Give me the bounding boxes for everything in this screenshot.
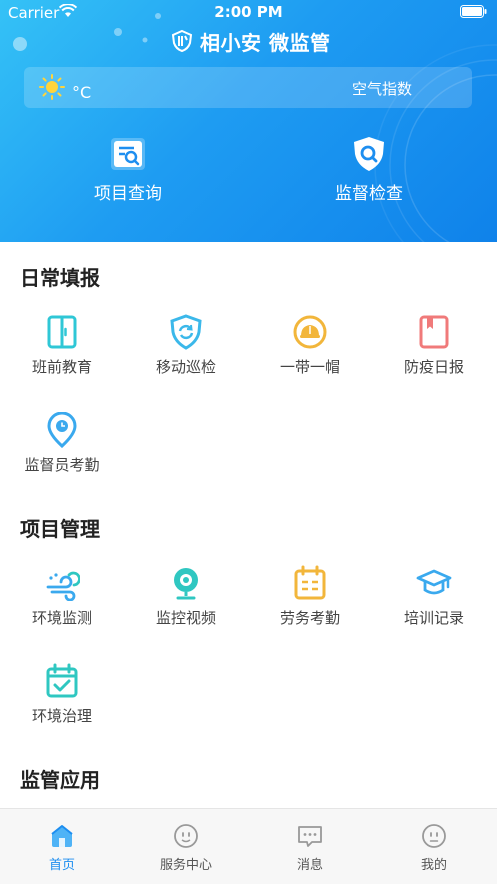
grid-label: 监控视频 (155, 609, 216, 627)
app-logo-icon (171, 29, 193, 53)
wind-icon (46, 571, 80, 601)
notebook-icon (419, 315, 449, 349)
shield-search-icon (354, 137, 384, 171)
graduation-cap-icon (416, 569, 452, 595)
grid-label: 一带一帽 (279, 358, 340, 376)
calendar-list-icon (294, 565, 326, 600)
grid-label: 防疫日报 (403, 358, 464, 376)
battery-icon (460, 5, 487, 18)
tab-label: 我的 (420, 858, 447, 873)
grid-item-surveillance-video[interactable]: 监控视频 (124, 565, 248, 645)
service-face-icon (174, 824, 198, 848)
shield-refresh-icon (170, 314, 202, 350)
tab-profile[interactable]: 我的 (372, 809, 496, 884)
grid-label: 劳务考勤 (279, 609, 340, 627)
grid-label: 班前教育 (31, 358, 92, 376)
tab-home[interactable]: 首页 (0, 809, 124, 884)
tab-label: 首页 (48, 858, 75, 873)
supervision-check-button[interactable]: 监督检查 (284, 135, 454, 210)
grid-item-labor-attendance[interactable]: 劳务考勤 (248, 565, 372, 645)
grid-label: 监督员考勤 (24, 456, 100, 474)
bottom-tab-bar: 首页 服务中心 消息 我的 (0, 808, 497, 884)
location-clock-icon (47, 412, 77, 448)
profile-face-icon (422, 824, 446, 848)
tab-messages[interactable]: 消息 (248, 809, 372, 884)
hero-header: Carrier 2:00 PM 相小安 微监管 °C 空气指数 项目查询 监督检… (0, 0, 497, 242)
air-quality-label: 空气指数 (352, 80, 413, 98)
search-document-icon (111, 138, 145, 170)
message-icon (298, 826, 322, 847)
grid-item-supervisor-attendance[interactable]: 监督员考勤 (0, 412, 124, 492)
grid-item-training-records[interactable]: 培训记录 (372, 565, 496, 645)
door-icon (47, 315, 77, 349)
tab-label: 服务中心 (159, 858, 212, 873)
status-bar: Carrier 2:00 PM (0, 0, 497, 26)
grid-item-belt-and-helmet[interactable]: 一带一帽 (248, 314, 372, 394)
grid-item-pre-shift-education[interactable]: 班前教育 (0, 314, 124, 394)
grid-label: 移动巡检 (155, 358, 216, 376)
sun-icon (39, 74, 65, 100)
supervision-check-label: 监督检查 (335, 184, 403, 204)
app-title: 相小安 微监管 (170, 27, 330, 55)
calendar-check-icon (46, 663, 78, 698)
status-time: 2:00 PM (214, 3, 283, 21)
helmet-icon (293, 315, 327, 349)
section-title-daily-report: 日常填报 (20, 266, 100, 290)
temperature-unit: °C (72, 83, 92, 102)
project-query-label: 项目查询 (94, 184, 162, 204)
camera-icon (174, 568, 198, 600)
app-title-text: 相小安 微监管 (200, 30, 331, 55)
grid-label: 环境监测 (31, 609, 92, 627)
grid-item-epidemic-daily-report[interactable]: 防疫日报 (372, 314, 496, 394)
grid-item-environment-monitoring[interactable]: 环境监测 (0, 565, 124, 645)
tab-service-center[interactable]: 服务中心 (124, 809, 248, 884)
section-title-supervision-apps: 监管应用 (20, 768, 100, 792)
weather-bar[interactable]: °C 空气指数 (24, 67, 472, 108)
grid-label: 环境治理 (31, 707, 92, 725)
home-icon (51, 825, 73, 847)
grid-label: 培训记录 (403, 609, 464, 627)
section-title-project-management: 项目管理 (20, 517, 100, 541)
grid-item-environment-governance[interactable]: 环境治理 (0, 663, 124, 743)
grid-item-mobile-inspection[interactable]: 移动巡检 (124, 314, 248, 394)
project-query-button[interactable]: 项目查询 (43, 135, 213, 210)
tab-label: 消息 (296, 858, 323, 873)
